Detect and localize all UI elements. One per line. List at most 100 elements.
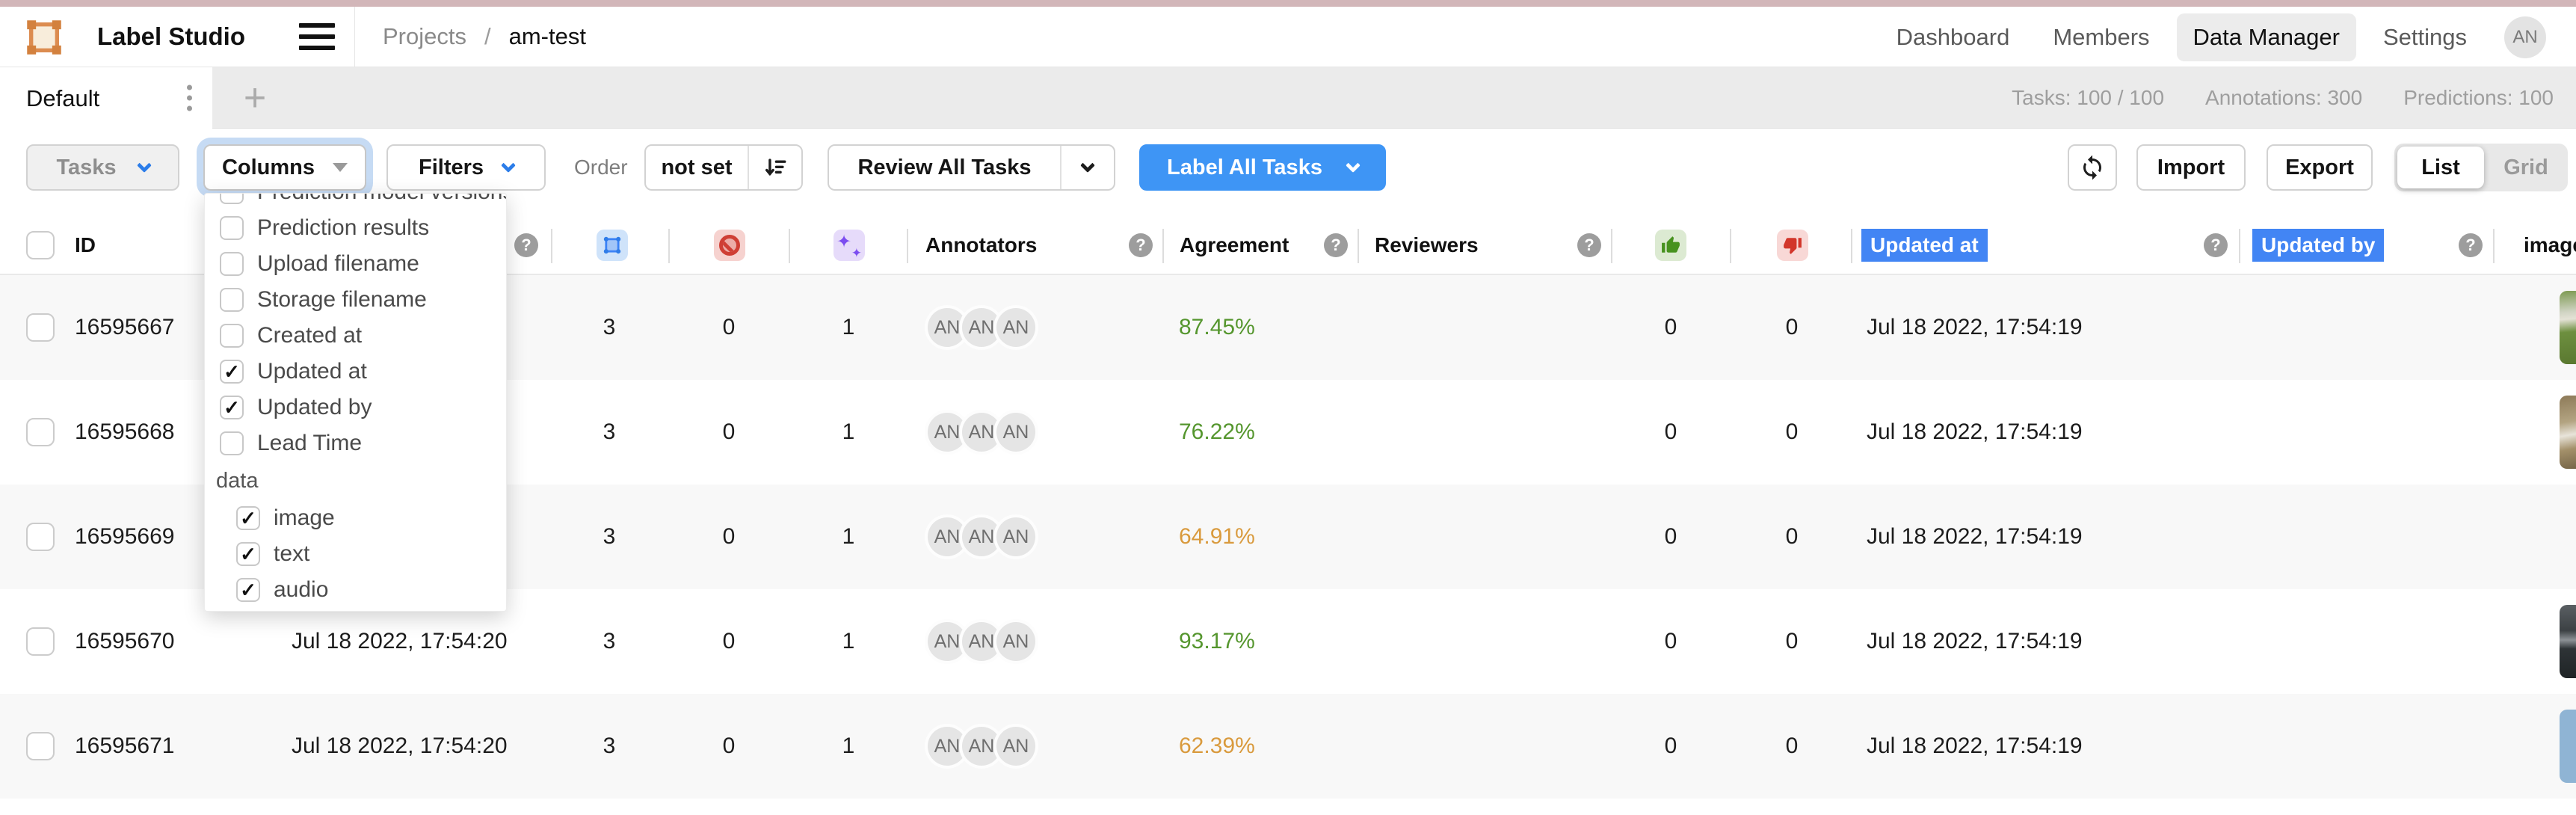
annotator-avatar[interactable]: AN (993, 619, 1038, 664)
cell-image-thumbnail[interactable] (2560, 291, 2576, 364)
checkbox-checked-icon[interactable]: ✓ (236, 506, 260, 530)
checkbox-icon[interactable] (220, 216, 244, 240)
nav-data-manager[interactable]: Data Manager (2177, 13, 2356, 61)
dropdown-section-data: data (205, 461, 506, 500)
project-stats: Tasks: 100 / 100 Annotations: 300 Predic… (2012, 67, 2554, 129)
annotations-count-column-icon[interactable] (597, 230, 628, 261)
approved-column-icon[interactable] (1655, 230, 1686, 261)
column-header-agreement[interactable]: Agreement (1180, 233, 1289, 257)
row-checkbox[interactable] (26, 313, 55, 342)
columns-dropdown-button[interactable]: Columns (203, 144, 366, 191)
ban-icon (719, 235, 740, 256)
help-icon[interactable]: ? (1577, 233, 1601, 257)
column-header-updated-by[interactable]: Updated by (2252, 229, 2384, 262)
checkbox-icon[interactable] (220, 252, 244, 276)
column-divider (1730, 229, 1731, 263)
checkbox-checked-icon[interactable]: ✓ (220, 360, 244, 384)
cell-annotators: AN AN AN (925, 514, 1038, 559)
dropdown-item-updated-at[interactable]: ✓ Updated at (205, 354, 506, 390)
rejected-column-icon[interactable] (1777, 230, 1808, 261)
checkbox-checked-icon[interactable]: ✓ (236, 578, 260, 602)
nav-members[interactable]: Members (2036, 13, 2166, 61)
dropdown-item-created-at[interactable]: Created at (205, 318, 506, 354)
add-tab-button[interactable]: + (229, 67, 281, 129)
checkbox-icon[interactable] (220, 431, 244, 455)
select-all-checkbox[interactable] (26, 231, 55, 259)
help-icon[interactable]: ? (514, 233, 538, 257)
label-all-tasks-button[interactable]: Label All Tasks (1139, 144, 1386, 191)
column-header-id[interactable]: ID (75, 233, 96, 257)
cell-updated-at: Jul 18 2022, 17:54:19 (1867, 315, 2083, 340)
dropdown-item-storage-filename[interactable]: Storage filename (205, 282, 506, 318)
order-value[interactable]: not set (646, 146, 748, 189)
view-list-button[interactable]: List (2397, 147, 2484, 188)
cell-id: 16595669 (75, 524, 174, 550)
column-header-annotators[interactable]: Annotators (925, 233, 1037, 257)
annotator-avatar[interactable]: AN (993, 305, 1038, 350)
user-avatar[interactable]: AN (2504, 16, 2546, 58)
review-all-tasks-button[interactable]: Review All Tasks (828, 144, 1115, 191)
order-value-button[interactable]: not set (644, 144, 803, 191)
dropdown-item-upload-filename[interactable]: Upload filename (205, 246, 506, 282)
help-icon[interactable]: ? (2204, 233, 2228, 257)
predictions-column-icon[interactable]: ✦ ✦ (833, 230, 865, 261)
row-checkbox[interactable] (26, 732, 55, 760)
column-header-updated-at[interactable]: Updated at (1861, 229, 1988, 262)
checkbox-icon[interactable] (220, 193, 244, 204)
checkbox-checked-icon[interactable]: ✓ (220, 396, 244, 419)
table-row[interactable]: 16595671 Jul 18 2022, 17:54:20 3 0 1 AN … (0, 694, 2576, 799)
checkbox-icon[interactable] (220, 288, 244, 312)
cell-cancelled: 0 (699, 315, 759, 340)
cell-image-thumbnail[interactable] (2560, 396, 2576, 469)
column-divider (1358, 229, 1359, 263)
annotator-avatar[interactable]: AN (993, 410, 1038, 455)
row-checkbox[interactable] (26, 418, 55, 446)
checkbox-checked-icon[interactable]: ✓ (236, 542, 260, 566)
dropdown-item-text[interactable]: ✓ text (205, 536, 506, 572)
annotator-avatar[interactable]: AN (993, 724, 1038, 769)
import-button[interactable]: Import (2136, 144, 2246, 191)
dropdown-item-updated-by[interactable]: ✓ Updated by (205, 390, 506, 425)
sort-descending-icon (762, 155, 788, 180)
row-checkbox[interactable] (26, 523, 55, 551)
nav-dashboard[interactable]: Dashboard (1880, 13, 2027, 61)
column-header-reviewers[interactable]: Reviewers (1375, 233, 1479, 257)
cell-approved: 0 (1641, 315, 1701, 340)
tab-options-icon[interactable] (182, 80, 197, 115)
help-icon[interactable]: ? (1324, 233, 1348, 257)
dropdown-item-prediction-results[interactable]: Prediction results (205, 210, 506, 246)
filters-dropdown-button[interactable]: Filters (386, 144, 546, 191)
cell-id: 16595667 (75, 315, 174, 340)
cell-predictions: 1 (819, 419, 878, 445)
breadcrumb-projects[interactable]: Projects (383, 23, 466, 50)
dropdown-item-image[interactable]: ✓ image (205, 500, 506, 536)
dropdown-item-prediction-model-versions[interactable]: Prediction model versions (205, 193, 506, 210)
sort-direction-button[interactable] (749, 146, 801, 189)
help-icon[interactable]: ? (2459, 233, 2483, 257)
window-top-strip (0, 0, 2576, 7)
cell-cancelled: 0 (699, 734, 759, 759)
tasks-dropdown-button[interactable]: Tasks (26, 144, 179, 191)
breadcrumb: Projects / am-test (383, 23, 586, 50)
review-dropdown-toggle[interactable] (1061, 146, 1114, 189)
dropdown-item-lead-time[interactable]: Lead Time (205, 425, 506, 461)
cell-image-thumbnail[interactable] (2560, 710, 2576, 783)
column-header-image[interactable]: image (2524, 233, 2576, 257)
dropdown-item-audio[interactable]: ✓ audio (205, 572, 506, 608)
caret-down-icon (333, 163, 348, 172)
tab-default[interactable]: Default (0, 67, 212, 129)
cancelled-annotations-column-icon[interactable] (714, 230, 745, 261)
cell-predictions: 1 (819, 629, 878, 654)
refresh-button[interactable] (2068, 144, 2117, 191)
export-button[interactable]: Export (2267, 144, 2373, 191)
view-grid-button[interactable]: Grid (2484, 156, 2568, 180)
row-checkbox[interactable] (26, 627, 55, 656)
annotator-avatar[interactable]: AN (993, 514, 1038, 559)
cell-image-thumbnail[interactable] (2560, 605, 2576, 678)
checkbox-icon[interactable] (220, 324, 244, 348)
nav-settings[interactable]: Settings (2367, 13, 2483, 61)
hamburger-menu-icon[interactable] (299, 23, 335, 50)
help-icon[interactable]: ? (1129, 233, 1153, 257)
cell-updated-at: Jul 18 2022, 17:54:19 (1867, 524, 2083, 550)
cell-agreement: 87.45% (1179, 315, 1255, 340)
